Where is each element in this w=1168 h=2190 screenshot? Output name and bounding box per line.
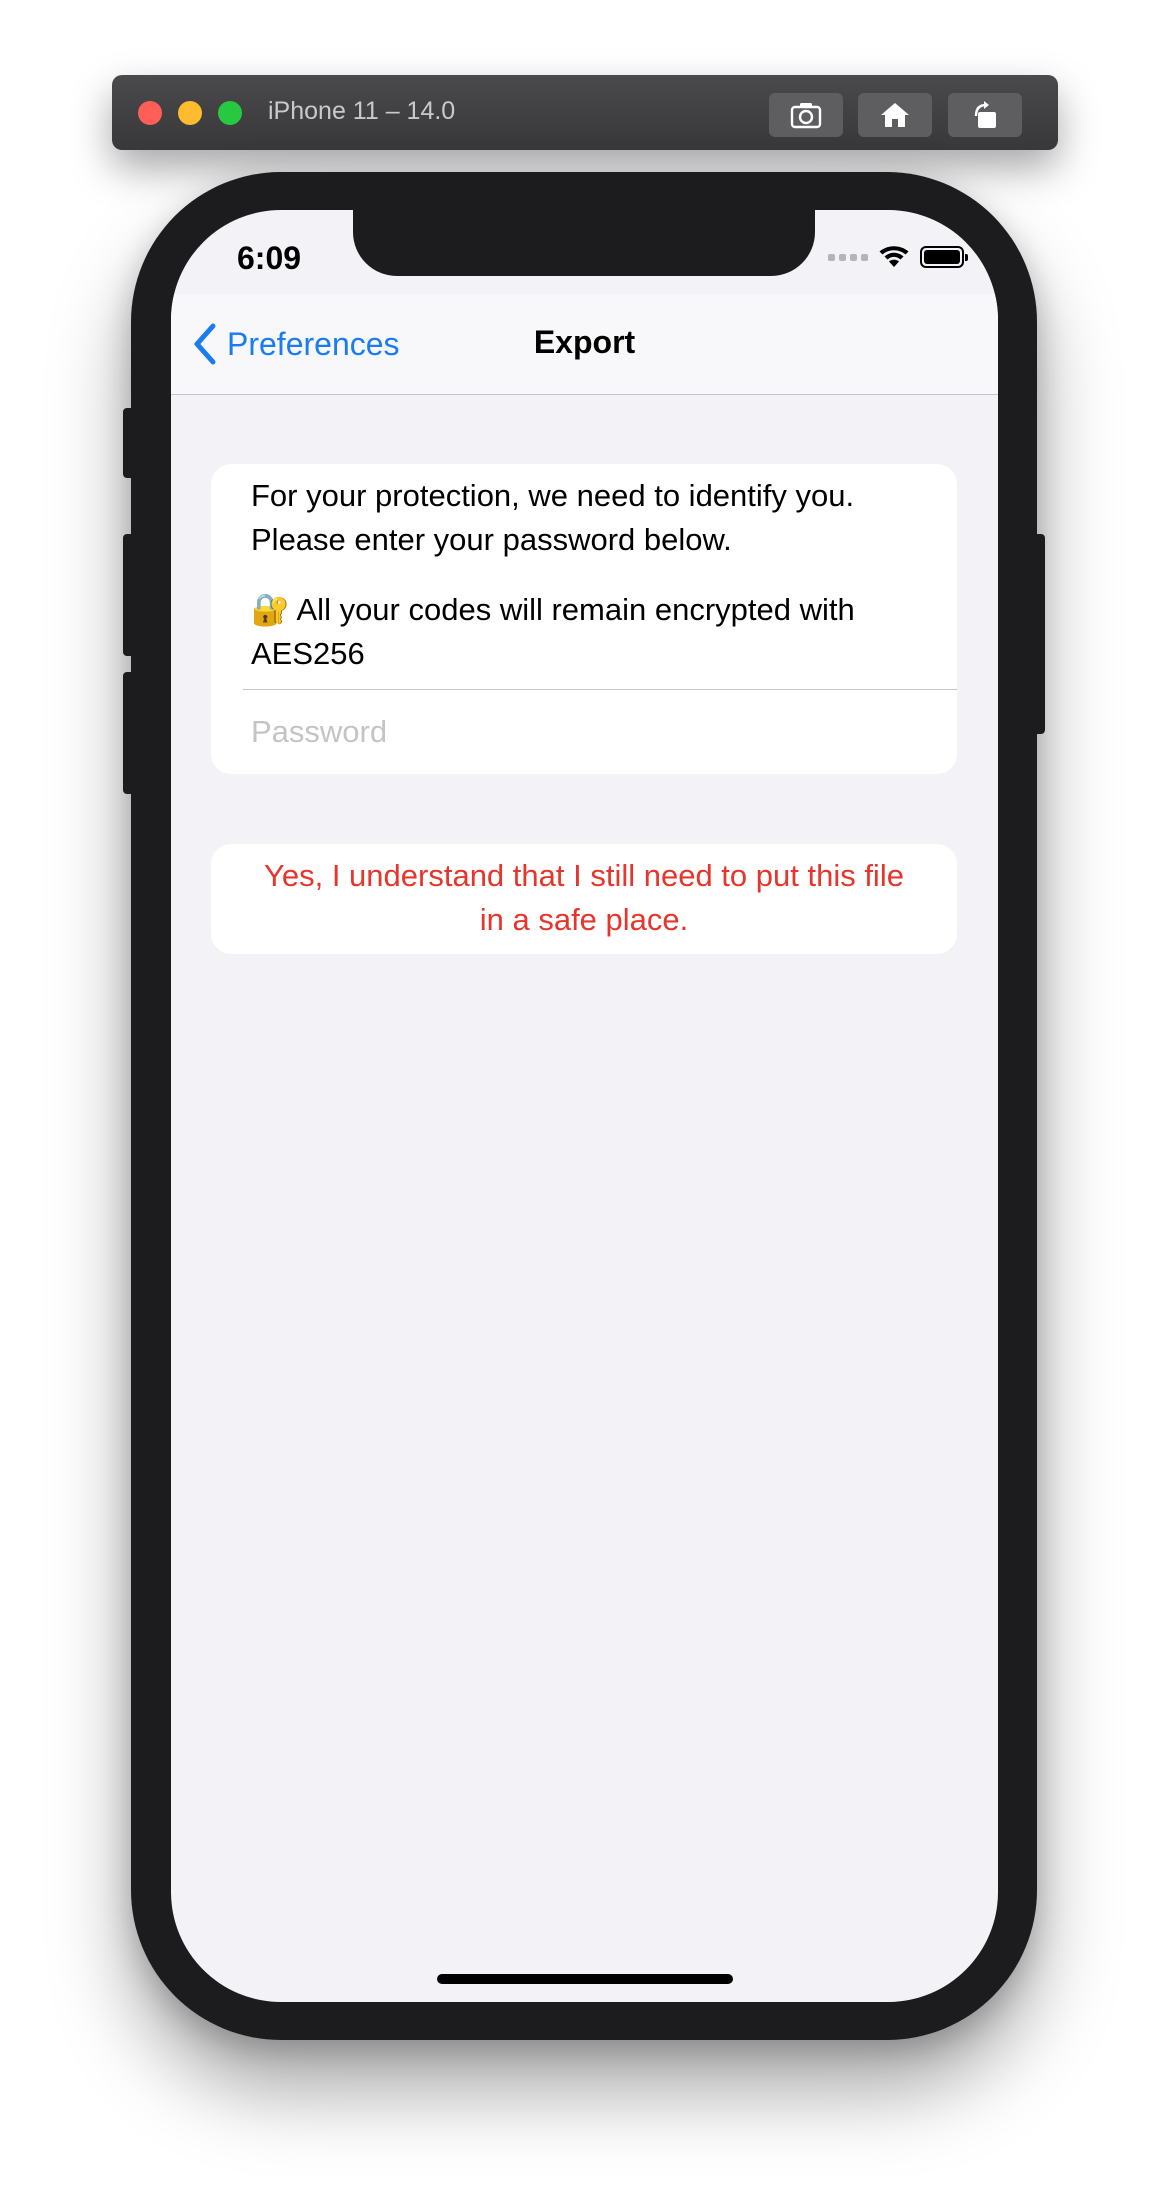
- rotate-icon: [974, 101, 996, 128]
- battery-icon: [920, 246, 968, 268]
- confirm-button-label: Yes, I understand that I still need to p…: [264, 858, 904, 937]
- side-power-button: [1033, 534, 1045, 734]
- wifi-icon: [879, 246, 909, 267]
- home-icon: [881, 103, 909, 127]
- confirm-button[interactable]: Yes, I understand that I still need to p…: [211, 844, 957, 954]
- page-title: Export: [533, 324, 636, 360]
- screenshot-icon: [790, 103, 822, 129]
- device-screen: 6:09 Preferences Export For your protect…: [171, 210, 998, 2002]
- simulator-title: iPhone 11 – 14.0: [268, 97, 456, 125]
- status-icons: [828, 245, 968, 269]
- home-indicator[interactable]: [437, 1974, 733, 1984]
- password-field[interactable]: [251, 702, 931, 762]
- simulator-title-bar: iPhone 11 – 14.0: [112, 75, 1058, 150]
- window-zoom-button[interactable]: [218, 101, 242, 125]
- rotate-button[interactable]: [948, 93, 1022, 137]
- window-close-button[interactable]: [138, 101, 162, 125]
- screenshot-button[interactable]: [769, 93, 843, 137]
- notch: [353, 210, 815, 276]
- volume-up-button: [123, 534, 135, 656]
- encryption-note: 🔐 All your codes will remain encrypted w…: [251, 592, 855, 671]
- divider: [243, 689, 957, 690]
- mute-switch: [123, 408, 135, 478]
- password-form-card: For your protection, we need to identify…: [211, 464, 957, 774]
- window-minimize-button[interactable]: [178, 101, 202, 125]
- cellular-signal-icon: [828, 253, 868, 261]
- volume-down-button: [123, 672, 135, 794]
- navigation-bar: Preferences Export: [171, 294, 998, 395]
- home-button[interactable]: [858, 93, 932, 137]
- intro-text: For your protection, we need to identify…: [251, 478, 855, 557]
- status-time: 6:09: [237, 240, 302, 276]
